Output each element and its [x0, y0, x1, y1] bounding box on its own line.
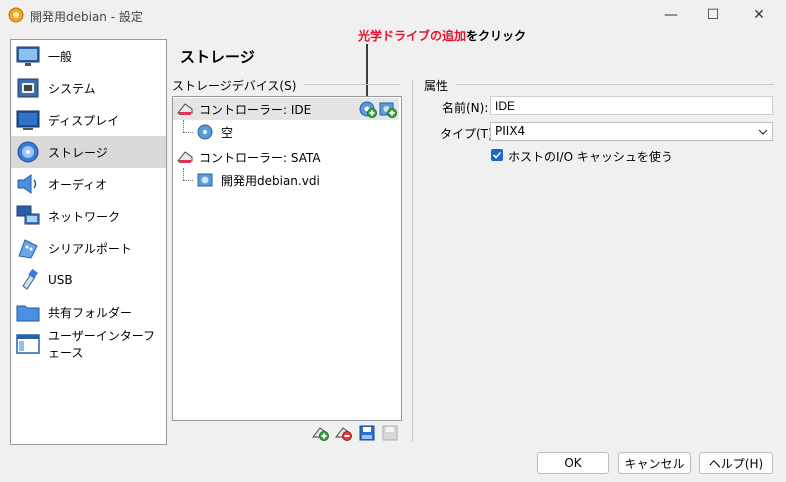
name-input[interactable]: [490, 96, 773, 115]
annotation-suffix: をクリック: [466, 29, 527, 43]
settings-sidebar: 一般 システム ディスプレイ ストレージ オーディオ ネットワーク シリアルポー…: [10, 39, 167, 445]
display-icon: [16, 110, 40, 130]
sidebar-item-label: ユーザーインターフェース: [48, 329, 156, 360]
tree-item-label: コントローラー: SATA: [199, 150, 321, 165]
virtualbox-icon: [8, 7, 24, 23]
sidebar-item-label: オーディオ: [48, 177, 108, 192]
attributes-label: 属性: [424, 79, 449, 93]
add-hard-disk-icon[interactable]: [379, 100, 397, 118]
audio-icon: [17, 174, 37, 194]
type-select[interactable]: PIIX4: [490, 122, 773, 141]
sidebar-item-general[interactable]: 一般: [11, 40, 166, 72]
sidebar-item-label: シリアルポート: [48, 241, 132, 256]
maximize-button[interactable]: ☐: [690, 0, 736, 30]
sidebar-item-audio[interactable]: オーディオ: [11, 168, 166, 200]
tree-row-sata-controller[interactable]: コントローラー: SATA: [173, 146, 399, 168]
instruction-annotation: 光学ドライブの追加をクリック: [358, 27, 526, 44]
sidebar-item-user-interface[interactable]: ユーザーインターフェース: [11, 328, 166, 360]
system-icon: [17, 78, 39, 98]
minimize-button[interactable]: —: [648, 0, 694, 30]
tree-item-label: 空: [221, 125, 234, 140]
sidebar-item-network[interactable]: ネットワーク: [11, 200, 166, 232]
tree-row-optical-empty[interactable]: 空: [173, 121, 399, 143]
group-divider: [456, 84, 774, 85]
general-icon: [16, 46, 40, 66]
name-label: 名前(N):: [442, 101, 489, 115]
tree-item-label: 開発用debian.vdi: [221, 173, 320, 188]
add-optical-drive-icon[interactable]: [359, 100, 377, 118]
sidebar-item-shared-folder[interactable]: 共有フォルダー: [11, 296, 166, 328]
add-controller-icon[interactable]: [312, 424, 330, 442]
cancel-button[interactable]: キャンセル: [618, 452, 691, 474]
sidebar-item-label: 一般: [48, 49, 73, 64]
sidebar-item-serial-port[interactable]: シリアルポート: [11, 232, 166, 264]
remove-controller-icon[interactable]: [335, 424, 353, 442]
chevron-down-icon: [758, 129, 768, 135]
storage-devices-label: ストレージデバイス(S): [172, 79, 297, 93]
help-button[interactable]: ヘルプ(H): [699, 452, 773, 474]
sidebar-item-label: システム: [48, 81, 96, 96]
page-title: ストレージ: [180, 48, 255, 66]
storage-icon: [17, 141, 39, 163]
sidebar-item-label: 共有フォルダー: [48, 305, 133, 320]
sidebar-item-usb[interactable]: USB: [11, 264, 166, 296]
serial-port-icon: [18, 239, 38, 259]
optical-disc-icon: [197, 124, 213, 140]
sidebar-item-label: USB: [48, 273, 73, 287]
user-interface-icon: [16, 334, 40, 354]
sidebar-item-system[interactable]: システム: [11, 72, 166, 104]
close-button[interactable]: ✕: [736, 0, 782, 30]
sata-controller-icon: [177, 151, 193, 163]
group-divider: [304, 84, 400, 85]
window-title: 開発用debian - 設定: [30, 10, 143, 24]
shared-folder-icon: [16, 305, 40, 322]
sidebar-item-storage[interactable]: ストレージ: [11, 136, 166, 168]
network-icon: [16, 205, 40, 225]
panel-divider: [412, 80, 413, 442]
ok-button[interactable]: OK: [537, 452, 609, 474]
tree-item-label: コントローラー: IDE: [199, 102, 312, 117]
sidebar-item-label: ディスプレイ: [48, 113, 120, 128]
checkmark-icon: [492, 151, 502, 159]
tree-row-disk-vdi[interactable]: 開発用debian.vdi: [173, 169, 399, 191]
type-label: タイプ(T):: [440, 127, 497, 141]
sidebar-item-label: ネットワーク: [48, 209, 121, 224]
remove-attachment-icon[interactable]: [381, 424, 399, 442]
host-io-cache-label: ホストのI/O キャッシュを使う: [508, 150, 673, 164]
tree-row-ide-controller[interactable]: コントローラー: IDE: [173, 98, 399, 120]
sidebar-item-display[interactable]: ディスプレイ: [11, 104, 166, 136]
type-select-value: PIIX4: [495, 124, 526, 138]
sidebar-item-label: ストレージ: [48, 145, 108, 160]
title-bar: 開発用debian - 設定 — ☐ ✕: [0, 0, 786, 30]
storage-tree[interactable]: コントローラー: IDE 空 コントローラー: SATA 開発用debian.v…: [172, 96, 402, 421]
hard-disk-icon: [197, 173, 213, 187]
annotation-highlight: 光学ドライブの追加: [358, 29, 467, 43]
ide-controller-icon: [177, 103, 193, 115]
host-io-cache-checkbox[interactable]: [491, 149, 503, 161]
usb-icon: [22, 268, 38, 290]
add-attachment-icon[interactable]: [358, 424, 376, 442]
